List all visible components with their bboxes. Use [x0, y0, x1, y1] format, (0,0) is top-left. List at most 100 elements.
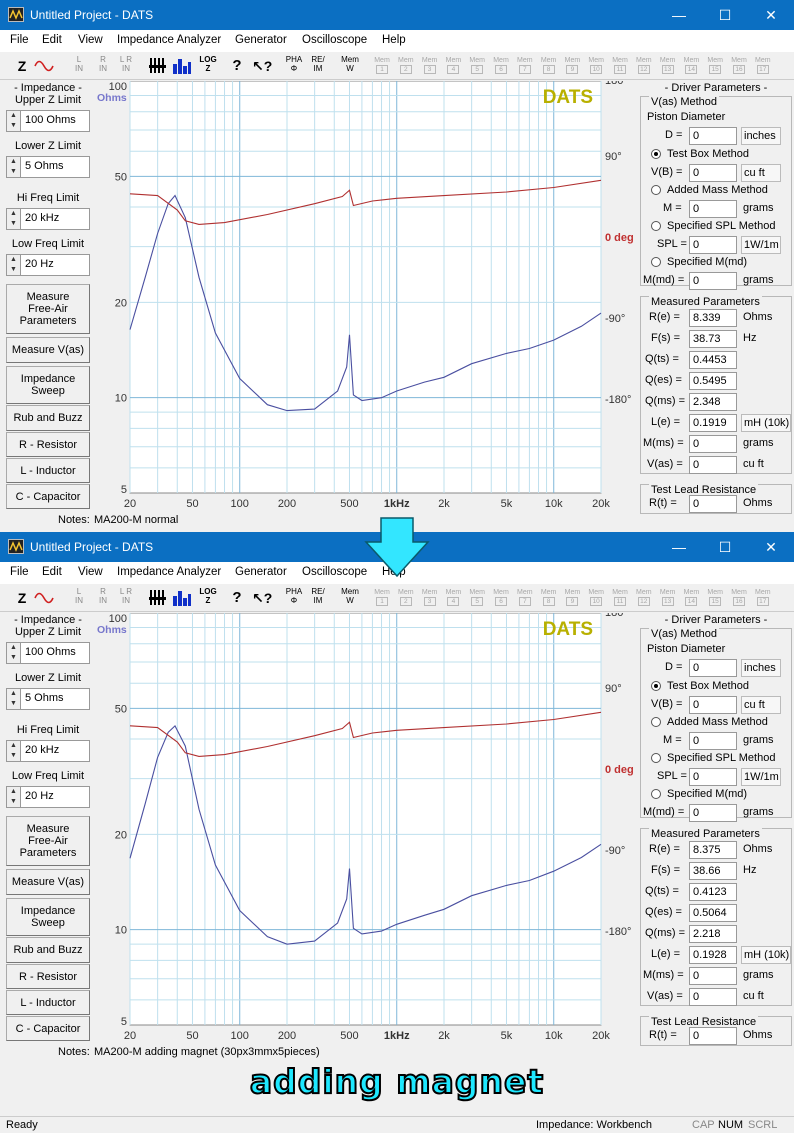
spin-arrows-icon[interactable]: ▲ ▼ — [7, 741, 21, 761]
phase-button[interactable]: PHA Φ — [284, 55, 304, 77]
impedance-plot[interactable]: 100 50 20 10 5 Ohms 180° 90° 0 deg -90° -180° 20 50 1… — [96, 613, 636, 1045]
spl-field[interactable]: 0 — [689, 768, 737, 786]
menu-impedance-analyzer[interactable]: Impedance Analyzer — [117, 566, 221, 578]
mem-slot-4[interactable]: Mem 4 — [442, 588, 464, 608]
mem-slot-2[interactable]: Mem 2 — [395, 56, 417, 76]
added-mass-radio[interactable] — [651, 717, 661, 727]
impedance-plot[interactable]: 100 50 20 10 5 Ohms 180° 90° 0 deg -90° -180° 20 50 1… — [96, 81, 636, 513]
context-help-icon[interactable]: ↖? — [252, 587, 272, 609]
vas-field[interactable]: 0 — [689, 988, 737, 1006]
mem-slot-17[interactable]: Mem 17 — [752, 588, 774, 608]
re-im-button[interactable]: RE/ IM — [308, 587, 328, 609]
mem-slot-5[interactable]: Mem 5 — [466, 588, 488, 608]
spin-arrows-icon[interactable]: ▲ ▼ — [7, 643, 21, 663]
piston-d-field[interactable]: 0 — [689, 127, 737, 145]
mem-slot-7[interactable]: Mem 7 — [514, 56, 536, 76]
hi-freq-limit-spinner[interactable]: ▲ ▼ 20 kHz — [6, 208, 90, 230]
mass-field[interactable]: 0 — [689, 200, 737, 218]
impedance-sweep-button[interactable]: Impedance Sweep — [6, 898, 90, 936]
mmd-method-radio[interactable] — [651, 789, 661, 799]
phase-button[interactable]: PHA Φ — [284, 587, 304, 609]
vas-field[interactable]: 0 — [689, 456, 737, 474]
re-field[interactable]: 8.339 — [689, 309, 737, 327]
menu-file[interactable]: File — [10, 34, 29, 46]
mem-slot-5[interactable]: Mem 5 — [466, 56, 488, 76]
mem-slot-11[interactable]: Mem 11 — [609, 588, 631, 608]
sliders-icon[interactable] — [149, 57, 167, 74]
mem-slot-15[interactable]: Mem 15 — [704, 588, 726, 608]
le-field[interactable]: 0.1919 — [689, 414, 737, 432]
rt-field[interactable]: 0 — [689, 495, 737, 513]
test-box-radio[interactable] — [651, 149, 661, 159]
mem-slot-6[interactable]: Mem 6 — [490, 588, 512, 608]
left-in-button[interactable]: L IN — [72, 587, 86, 609]
low-freq-limit-spinner[interactable]: ▲ ▼ 20 Hz — [6, 786, 90, 808]
sine-wave-icon[interactable] — [34, 591, 54, 605]
spin-arrows-icon[interactable]: ▲ ▼ — [7, 157, 21, 177]
mem-slot-1[interactable]: Mem 1 — [371, 56, 393, 76]
mms-field[interactable]: 0 — [689, 967, 737, 985]
fs-field[interactable]: 38.66 — [689, 862, 737, 880]
mem-slot-9[interactable]: Mem 9 — [561, 588, 583, 608]
mem-slot-12[interactable]: Mem 12 — [633, 588, 655, 608]
mem-slot-3[interactable]: Mem 3 — [419, 56, 441, 76]
mem-slot-9[interactable]: Mem 9 — [561, 56, 583, 76]
menu-view[interactable]: View — [78, 34, 103, 46]
mem-slot-15[interactable]: Mem 15 — [704, 56, 726, 76]
help-icon[interactable]: ? — [230, 55, 244, 77]
z-button[interactable]: Z — [14, 55, 30, 77]
sliders-icon[interactable] — [149, 589, 167, 606]
added-mass-radio[interactable] — [651, 185, 661, 195]
rub-and-buzz-button[interactable]: Rub and Buzz — [6, 937, 90, 963]
low-freq-limit-spinner[interactable]: ▲ ▼ 20 Hz — [6, 254, 90, 276]
mem-slot-2[interactable]: Mem 2 — [395, 588, 417, 608]
notes-text[interactable]: MA200-M normal — [94, 514, 178, 526]
spectrum-icon[interactable] — [172, 57, 192, 74]
menu-edit[interactable]: Edit — [42, 34, 62, 46]
lower-z-limit-spinner[interactable]: ▲ ▼ 5 Ohms — [6, 156, 90, 178]
mem-slot-10[interactable]: Mem 10 — [585, 588, 607, 608]
mmd-field[interactable]: 0 — [689, 804, 737, 822]
test-box-radio[interactable] — [651, 681, 661, 691]
spin-arrows-icon[interactable]: ▲ ▼ — [7, 209, 21, 229]
qes-field[interactable]: 0.5064 — [689, 904, 737, 922]
capacitor-button[interactable]: C - Capacitor — [6, 484, 90, 509]
menu-oscilloscope[interactable]: Oscilloscope — [302, 34, 367, 46]
mem-slot-13[interactable]: Mem 13 — [657, 56, 679, 76]
mem-slot-16[interactable]: Mem 16 — [728, 588, 750, 608]
right-in-button[interactable]: R IN — [96, 55, 110, 77]
capacitor-button[interactable]: C - Capacitor — [6, 1016, 90, 1041]
spl-field[interactable]: 0 — [689, 236, 737, 254]
rub-and-buzz-button[interactable]: Rub and Buzz — [6, 405, 90, 431]
menu-view[interactable]: View — [78, 566, 103, 578]
qms-field[interactable]: 2.348 — [689, 393, 737, 411]
resistor-button[interactable]: R - Resistor — [6, 432, 90, 457]
context-help-icon[interactable]: ↖? — [252, 55, 272, 77]
mem-slot-13[interactable]: Mem 13 — [657, 588, 679, 608]
impedance-sweep-button[interactable]: Impedance Sweep — [6, 366, 90, 404]
lr-in-button[interactable]: L R IN — [117, 587, 135, 609]
mem-slot-1[interactable]: Mem 1 — [371, 588, 393, 608]
spectrum-icon[interactable] — [172, 589, 192, 606]
qts-field[interactable]: 0.4453 — [689, 351, 737, 369]
mem-slot-10[interactable]: Mem 10 — [585, 56, 607, 76]
z-button[interactable]: Z — [14, 587, 30, 609]
piston-d-field[interactable]: 0 — [689, 659, 737, 677]
inductor-button[interactable]: L - Inductor — [6, 990, 90, 1015]
mem-write-button[interactable]: Mem W — [340, 55, 360, 77]
left-in-button[interactable]: L IN — [72, 55, 86, 77]
qes-field[interactable]: 0.5495 — [689, 372, 737, 390]
menu-help[interactable]: Help — [382, 34, 406, 46]
mem-slot-4[interactable]: Mem 4 — [442, 56, 464, 76]
log-z-button[interactable]: LOG Z — [199, 587, 217, 609]
maximize-button[interactable]: ☐ — [702, 0, 748, 30]
rt-field[interactable]: 0 — [689, 1027, 737, 1045]
lr-in-button[interactable]: L R IN — [117, 55, 135, 77]
measure-vas-button[interactable]: Measure V(as) — [6, 337, 90, 363]
minimize-button[interactable]: — — [656, 0, 702, 30]
mmd-method-radio[interactable] — [651, 257, 661, 267]
spin-arrows-icon[interactable]: ▲ ▼ — [7, 689, 21, 709]
re-im-button[interactable]: RE/ IM — [308, 55, 328, 77]
lower-z-limit-spinner[interactable]: ▲ ▼ 5 Ohms — [6, 688, 90, 710]
mem-slot-14[interactable]: Mem 14 — [680, 588, 702, 608]
